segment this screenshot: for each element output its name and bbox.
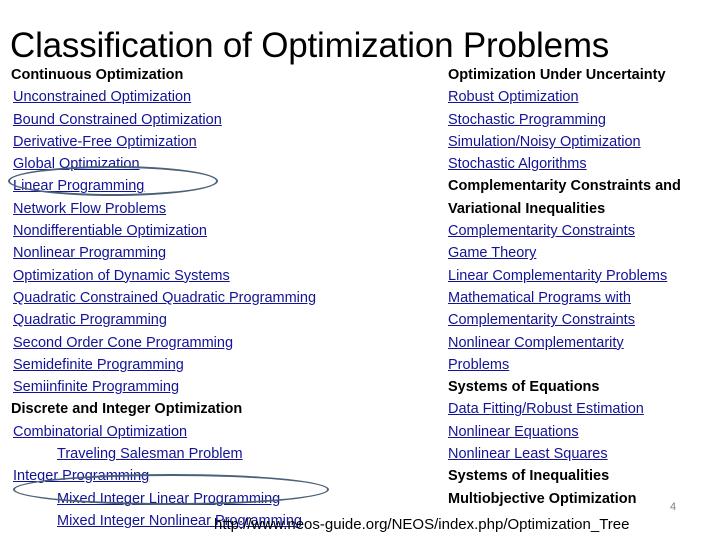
tree-header-variational-inequalities: Variational Inequalities bbox=[448, 200, 606, 217]
tree-link-global-optimization[interactable]: Global Optimization bbox=[11, 153, 431, 175]
tree-link-linear-programming[interactable]: Linear Programming bbox=[11, 175, 431, 197]
tree-link-problems[interactable]: Problems bbox=[448, 354, 716, 376]
tree-link-optimization-of-dynamic-systems[interactable]: Optimization of Dynamic Systems bbox=[11, 265, 431, 287]
continuous-optimization-tree-column: Continuous Optimization Unconstrained Opt… bbox=[11, 64, 431, 532]
tree-link-mixed-integer-linear-programming[interactable]: Mixed Integer Linear Programming bbox=[11, 488, 431, 510]
tree-header-continuous-optimization: Continuous Optimization bbox=[11, 67, 184, 83]
tree-header-systems-of-inequalities: Systems of Inequalities bbox=[448, 468, 610, 485]
tree-header-systems-of-equations: Systems of Equations bbox=[448, 379, 600, 396]
tree-link-simulation-noisy-optimization[interactable]: Simulation/Noisy Optimization bbox=[448, 131, 716, 153]
tree-link-combinatorial-optimization[interactable]: Combinatorial Optimization bbox=[11, 421, 431, 443]
tree-link-game-theory[interactable]: Game Theory bbox=[448, 242, 716, 264]
tree-link-quadratic-programming[interactable]: Quadratic Programming bbox=[11, 309, 431, 331]
tree-header-complementarity-constraints-and: Complementarity Constraints and bbox=[448, 178, 681, 195]
tree-link-nonlinear-equations[interactable]: Nonlinear Equations bbox=[448, 421, 716, 443]
tree-link-nonlinear-least-squares[interactable]: Nonlinear Least Squares bbox=[448, 443, 716, 465]
tree-link-integer-programming[interactable]: Integer Programming bbox=[11, 465, 431, 487]
tree-link-nonlinear-programming[interactable]: Nonlinear Programming bbox=[11, 242, 431, 264]
tree-link-robust-optimization[interactable]: Robust Optimization bbox=[448, 86, 716, 108]
tree-link-complementarity-constraints[interactable]: Complementarity Constraints bbox=[448, 309, 716, 331]
tree-link-data-fitting-robust-estimation[interactable]: Data Fitting/Robust Estimation bbox=[448, 398, 716, 420]
tree-link-second-order-cone-programming[interactable]: Second Order Cone Programming bbox=[11, 332, 431, 354]
tree-link-semiinfinite-programming[interactable]: Semiinfinite Programming bbox=[11, 376, 431, 398]
tree-link-derivative-free-optimization[interactable]: Derivative-Free Optimization bbox=[11, 131, 431, 153]
tree-link-traveling-salesman-problem[interactable]: Traveling Salesman Problem bbox=[11, 443, 431, 465]
footer-source-url: http://www.neos-guide.org/NEOS/index.php… bbox=[214, 516, 630, 533]
tree-link-semidefinite-programming[interactable]: Semidefinite Programming bbox=[11, 354, 431, 376]
tree-link-mathematical-programs-with[interactable]: Mathematical Programs with bbox=[448, 287, 716, 309]
tree-link-stochastic-programming[interactable]: Stochastic Programming bbox=[448, 109, 716, 131]
tree-link-linear-complementarity-problems[interactable]: Linear Complementarity Problems bbox=[448, 265, 716, 287]
tree-link-quadratic-constrained-quadratic-programming[interactable]: Quadratic Constrained Quadratic Programm… bbox=[11, 287, 431, 309]
tree-link-bound-constrained-optimization[interactable]: Bound Constrained Optimization bbox=[11, 109, 431, 131]
tree-link-network-flow-problems[interactable]: Network Flow Problems bbox=[11, 198, 431, 220]
tree-link-unconstrained-optimization[interactable]: Unconstrained Optimization bbox=[11, 86, 431, 108]
slide-canvas: Classification of Optimization Problems … bbox=[0, 0, 720, 540]
tree-link-nonlinear-complementarity[interactable]: Nonlinear Complementarity bbox=[448, 332, 716, 354]
tree-header-discrete-and-integer-optimization: Discrete and Integer Optimization bbox=[11, 401, 243, 418]
tree-link-stochastic-algorithms[interactable]: Stochastic Algorithms bbox=[448, 153, 716, 175]
page-title: Classification of Optimization Problems bbox=[10, 26, 610, 65]
uncertainty-optimization-tree-column: Optimization Under Uncertainty Robust Opt… bbox=[448, 64, 716, 510]
tree-link-complementarity-constraints[interactable]: Complementarity Constraints bbox=[448, 220, 716, 242]
page-number: 4 bbox=[670, 501, 677, 513]
tree-link-nondifferentiable-optimization[interactable]: Nondifferentiable Optimization bbox=[11, 220, 431, 242]
tree-header-optimization-under-uncertainty: Optimization Under Uncertainty bbox=[448, 67, 666, 83]
